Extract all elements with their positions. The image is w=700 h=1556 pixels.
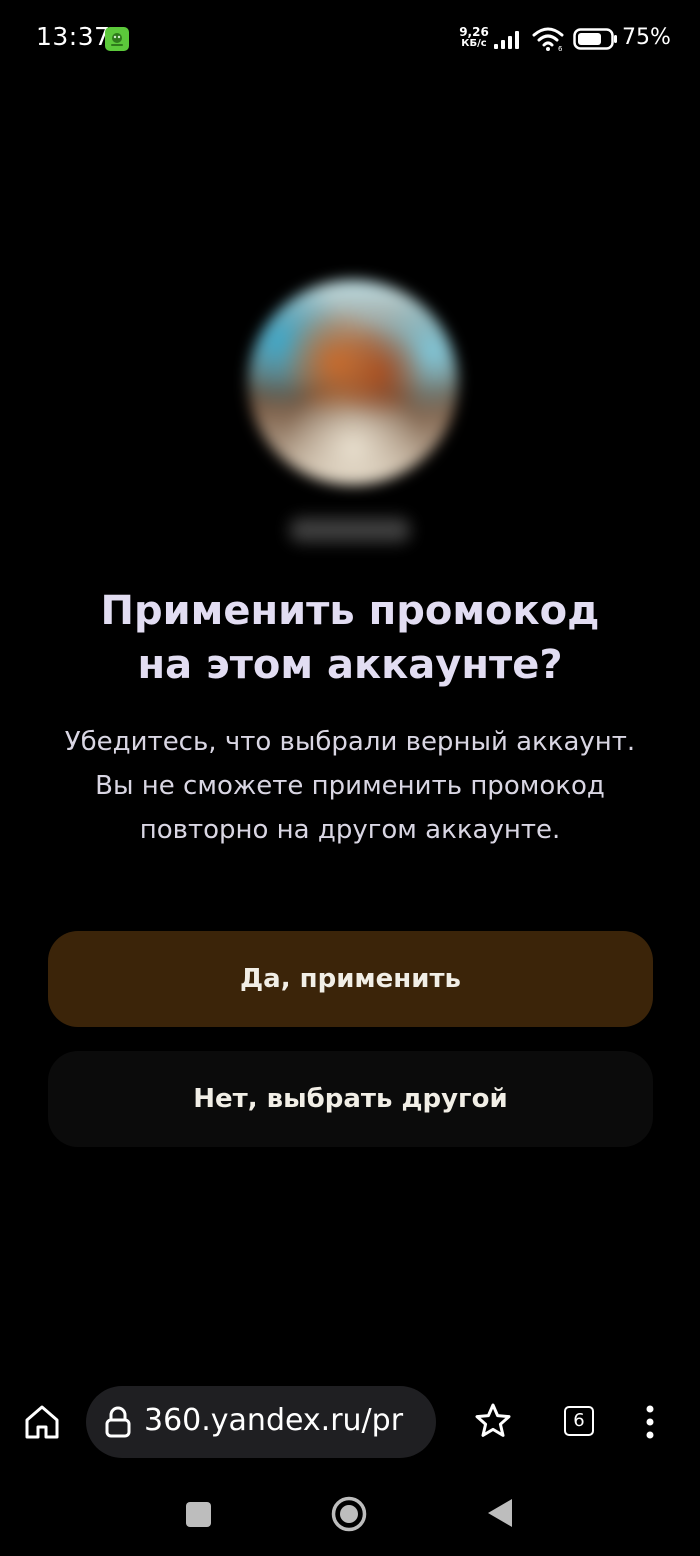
- home-icon[interactable]: [22, 1402, 62, 1446]
- recents-icon[interactable]: [186, 1502, 211, 1527]
- more-vertical-icon[interactable]: [640, 1402, 660, 1446]
- description-line: Убедитесь, что выбрали верный аккаунт.: [64, 727, 636, 757]
- confirm-apply-button[interactable]: Да, применить: [48, 931, 653, 1027]
- choose-other-account-button[interactable]: Нет, выбрать другой: [48, 1051, 653, 1147]
- browser-toolbar: 360.yandex.ru/pr 6: [0, 1380, 700, 1466]
- battery-percent: 75%: [622, 25, 671, 50]
- back-icon[interactable]: [486, 1497, 514, 1533]
- url-text: 360.yandex.ru/pr: [144, 1403, 404, 1438]
- dr-web-icon: [105, 27, 129, 51]
- home-nav-icon[interactable]: [330, 1495, 368, 1537]
- status-time: 13:37: [36, 22, 111, 51]
- page-title-line: на этом аккаунте?: [137, 642, 563, 688]
- page-description: Убедитесь, что выбрали верный аккаунт. В…: [30, 720, 670, 852]
- network-speed-value: 9,26: [459, 25, 489, 39]
- tab-count: 6: [573, 1410, 585, 1431]
- lock-icon: [104, 1406, 132, 1442]
- network-speed: 9,26 КБ/с: [457, 26, 491, 50]
- star-icon[interactable]: [474, 1402, 512, 1444]
- system-nav-bar: [0, 1466, 700, 1556]
- page-title-line: Применить промокод: [100, 588, 600, 634]
- svg-text:6: 6: [558, 45, 563, 52]
- avatar: [248, 280, 458, 485]
- description-line: повторно на другом аккаунте.: [139, 815, 561, 845]
- page-title: Применить промокод на этом аккаунте?: [0, 584, 700, 692]
- tabs-button[interactable]: 6: [564, 1406, 594, 1436]
- address-bar[interactable]: 360.yandex.ru/pr: [86, 1386, 436, 1458]
- description-line: Вы не сможете применить промокод: [95, 771, 605, 801]
- status-bar: 13:37 9,26 КБ/с 6 75%: [0, 0, 700, 80]
- network-speed-unit: КБ/с: [461, 38, 487, 49]
- battery-icon: [573, 28, 619, 54]
- blurred-username: [290, 518, 410, 542]
- wifi-icon: 6: [532, 26, 566, 56]
- signal-icon: [494, 30, 524, 54]
